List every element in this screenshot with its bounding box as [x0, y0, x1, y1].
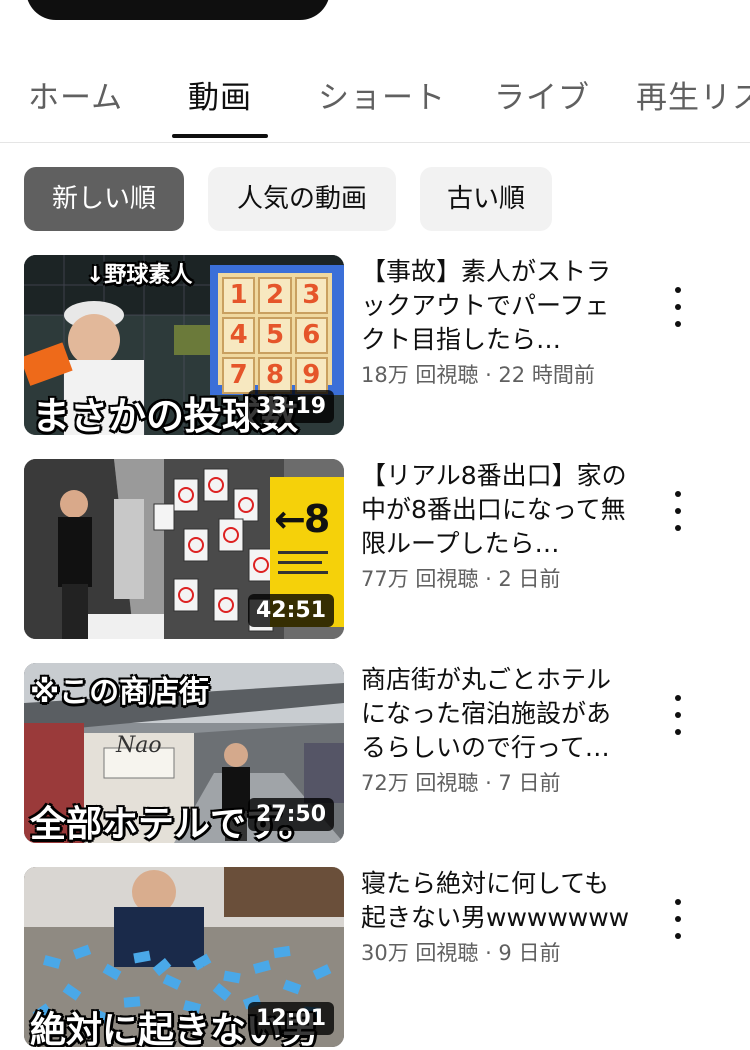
video-title[interactable]: 【事故】素人がストラックアウトでパーフェクト目指したら…	[361, 255, 631, 357]
video-title[interactable]: 寝たら絶対に何しても起きない男wwwwwww	[361, 867, 631, 935]
video-thumbnail[interactable]: 1 2 3 4 5 6 7 8 9 ↓野球素人 まさかの投球数 33:19	[24, 255, 344, 435]
active-tab-indicator	[172, 134, 268, 138]
tab-videos[interactable]: 動画	[188, 72, 252, 132]
grid-number: 9	[294, 357, 328, 394]
shop-sign: Nao	[116, 733, 162, 758]
more-options-icon[interactable]	[664, 285, 692, 329]
video-duration: 33:19	[247, 390, 334, 423]
channel-tabs: ホーム 動画 ショート ライブ 再生リスト	[0, 50, 750, 143]
chip-newest[interactable]: 新しい順	[24, 167, 184, 231]
video-item[interactable]: 絶対に起きない男 12:01 寝たら絶対に何しても起きない男wwwwwww 30…	[0, 867, 750, 1047]
video-meta: 30万 回視聴 · 9 日前	[361, 941, 561, 965]
tab-live[interactable]: ライブ	[494, 72, 590, 132]
video-meta: 18万 回視聴 · 22 時間前	[361, 363, 595, 387]
exit-sign: ←8	[274, 497, 330, 541]
tab-playlists[interactable]: 再生リスト	[636, 72, 750, 132]
video-item[interactable]: ←8 42:51 【リアル8番出口】家の中が8番出口になって無限ループしたら… …	[0, 459, 750, 639]
grid-number: 2	[258, 277, 292, 314]
thumbnail-caption-top: ※この商店街	[30, 675, 210, 710]
video-duration: 12:01	[247, 1002, 334, 1035]
grid-number: 3	[294, 277, 328, 314]
video-title[interactable]: 【リアル8番出口】家の中が8番出口になって無限ループしたら…	[361, 459, 631, 561]
video-meta: 77万 回視聴 · 2 日前	[361, 567, 561, 591]
chip-popular[interactable]: 人気の動画	[208, 167, 396, 231]
video-meta: 72万 回視聴 · 7 日前	[361, 771, 561, 795]
top-pill-button[interactable]	[26, 0, 330, 20]
video-duration: 27:50	[247, 798, 334, 831]
video-item[interactable]: 1 2 3 4 5 6 7 8 9 ↓野球素人 まさかの投球数 33:19 【事…	[0, 255, 750, 435]
grid-number: 5	[258, 317, 292, 354]
sort-chips: 新しい順 人気の動画 古い順	[0, 167, 750, 231]
more-options-icon[interactable]	[664, 897, 692, 941]
more-options-icon[interactable]	[664, 489, 692, 533]
video-duration: 42:51	[247, 594, 334, 627]
number-grid: 1 2 3 4 5 6 7 8 9	[222, 277, 328, 394]
thumbnail-caption-top: ↓野球素人	[86, 263, 193, 288]
grid-number: 4	[222, 317, 256, 354]
video-thumbnail[interactable]: Nao ※この商店街 全部ホテルです。 27:50	[24, 663, 344, 843]
tab-home[interactable]: ホーム	[28, 72, 123, 132]
more-options-icon[interactable]	[664, 693, 692, 737]
video-thumbnail[interactable]: ←8 42:51	[24, 459, 344, 639]
video-title[interactable]: 商店街が丸ごとホテルになった宿泊施設があるらしいので行ってみた	[361, 663, 631, 765]
chip-oldest[interactable]: 古い順	[420, 167, 552, 231]
tab-shorts[interactable]: ショート	[318, 72, 446, 132]
grid-number: 6	[294, 317, 328, 354]
video-item[interactable]: Nao ※この商店街 全部ホテルです。 27:50 商店街が丸ごとホテルになった…	[0, 663, 750, 843]
grid-number: 1	[222, 277, 256, 314]
video-thumbnail[interactable]: 絶対に起きない男 12:01	[24, 867, 344, 1047]
